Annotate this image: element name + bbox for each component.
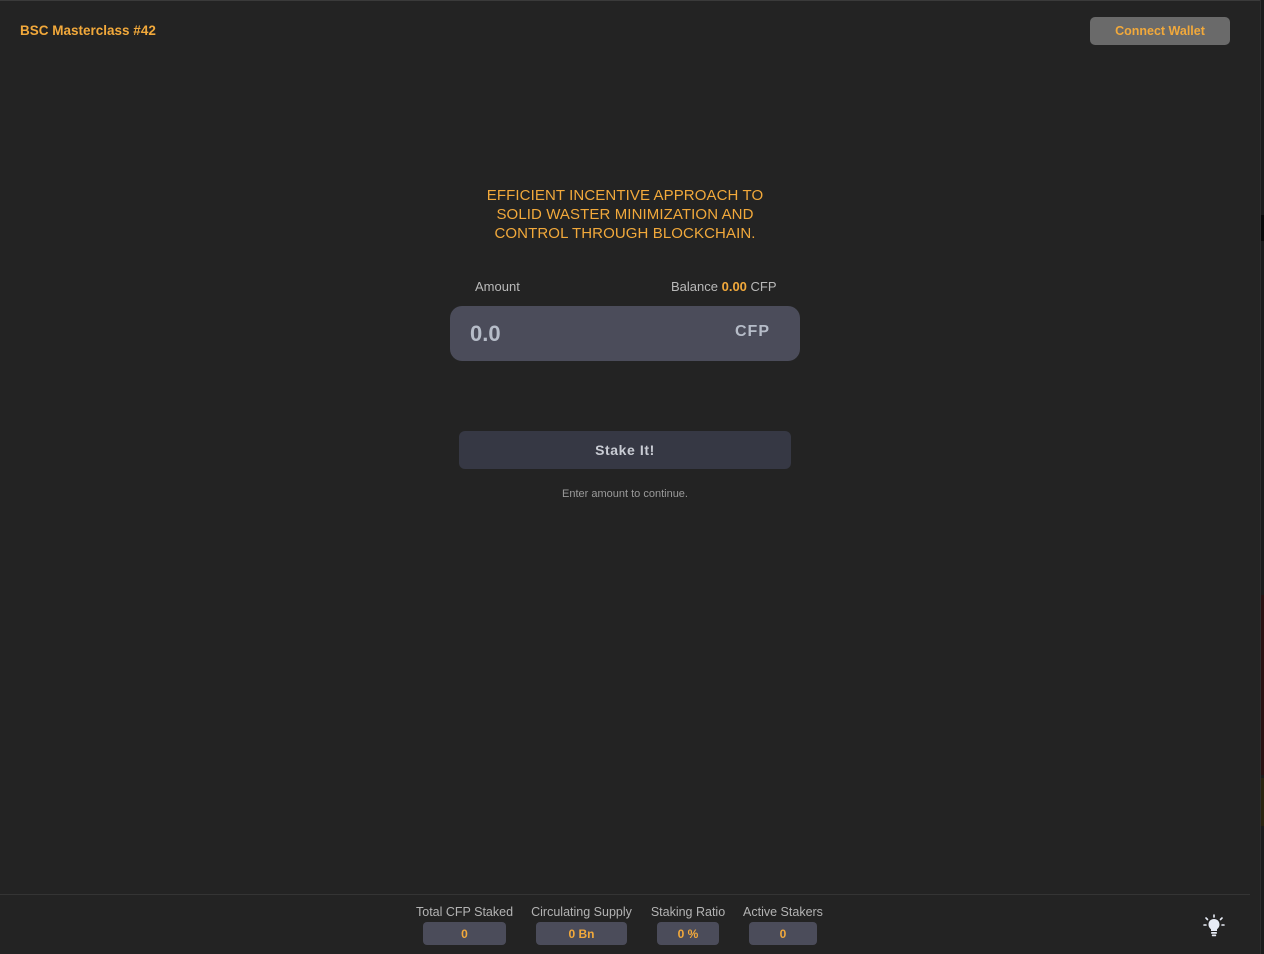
balance-unit: CFP <box>750 279 777 294</box>
stat-label: Total CFP Staked <box>416 905 514 919</box>
stats-footer: Total CFP Staked 0 Circulating Supply 0 … <box>0 894 1250 954</box>
brand-title[interactable]: BSC Masterclass #42 <box>20 23 156 38</box>
right-edge-strip <box>1260 0 1264 954</box>
top-border <box>0 0 1264 1</box>
stat-active-stakers: Active Stakers 0 <box>741 905 825 945</box>
amount-unit-label: CFP <box>735 323 770 340</box>
stat-value: 0 Bn <box>536 922 627 945</box>
stat-value: 0 <box>423 922 506 945</box>
stat-circulating-supply: Circulating Supply 0 Bn <box>529 905 634 945</box>
stat-total-staked: Total CFP Staked 0 <box>416 905 513 945</box>
balance-value: 0.00 <box>721 279 747 294</box>
stat-label: Active Stakers <box>743 905 823 919</box>
balance-label: Balance <box>671 279 718 294</box>
stat-staking-ratio: Staking Ratio 0 % <box>648 905 728 945</box>
hero-headline: EFFICIENT INCENTIVE APPROACH TO SOLID WA… <box>450 186 800 243</box>
headline-line: SOLID WASTER MINIMIZATION AND <box>496 206 754 223</box>
stat-value: 0 % <box>657 922 719 945</box>
amount-field: CFP <box>450 306 800 361</box>
lightbulb-icon[interactable] <box>1203 914 1225 938</box>
stake-button[interactable]: Stake It! <box>459 431 791 469</box>
stat-label: Circulating Supply <box>531 905 632 919</box>
amount-label: Amount <box>475 279 520 294</box>
form-hint: Enter amount to continue. <box>562 488 688 500</box>
connect-wallet-button[interactable]: Connect Wallet <box>1090 17 1230 45</box>
headline-line: EFFICIENT INCENTIVE APPROACH TO <box>486 187 764 204</box>
app-window: BSC Masterclass #42 Connect Wallet EFFIC… <box>0 0 1264 954</box>
balance-display: Balance 0.00 CFP <box>671 279 777 294</box>
stat-label: Staking Ratio <box>650 905 726 919</box>
amount-input[interactable] <box>470 318 710 350</box>
stat-value: 0 <box>749 922 817 945</box>
headline-line: CONTROL THROUGH BLOCKCHAIN. <box>494 225 756 242</box>
